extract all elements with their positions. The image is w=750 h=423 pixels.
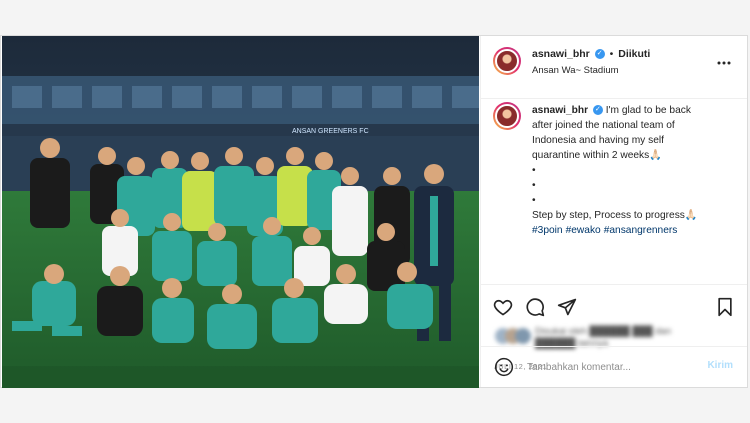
post-card: ANSAN GREENERS FC asnawi_bhr ✓ • Diikuti… [0, 35, 748, 388]
separator-dot: • [609, 48, 614, 60]
caption-bullet: • [532, 180, 536, 191]
caption-bullet: • [532, 165, 536, 176]
caption-username[interactable]: asnawi_bhr [532, 105, 588, 116]
like-heart-icon[interactable] [493, 297, 513, 317]
save-bookmark-icon[interactable] [715, 297, 735, 317]
hashtag-list: #3poin #ewako #ansangrenners [532, 223, 742, 238]
share-send-icon[interactable] [557, 297, 577, 317]
verified-badge-icon: ✓ [592, 105, 603, 116]
liker-avatar [515, 328, 531, 344]
hashtag-link[interactable]: #ansangrenners [604, 225, 678, 236]
hashtag-link[interactable]: #3poin [532, 225, 563, 236]
post-sidebar: asnawi_bhr ✓ • Diikuti Ansan Wa~ Stadium… [480, 36, 747, 387]
more-options-icon[interactable] [717, 52, 731, 68]
comment-bubble-icon[interactable] [525, 297, 545, 317]
caption-avatar[interactable] [493, 102, 521, 130]
caption-line-3: Indonesia and having my self [532, 135, 664, 146]
emoji-smiley-icon[interactable] [494, 357, 514, 382]
action-bar [481, 284, 747, 327]
caption-line-2: after joined the national team of [532, 120, 675, 131]
following-button[interactable]: Diikuti [618, 48, 650, 60]
comment-input[interactable] [525, 357, 699, 377]
hashtag-link[interactable]: #ewako [566, 225, 601, 236]
comment-bar: Kirim [481, 346, 747, 387]
post-author: asnawi_bhr ✓ • Diikuti [532, 48, 650, 60]
post-header: asnawi_bhr ✓ • Diikuti Ansan Wa~ Stadium [481, 36, 747, 99]
verified-badge-icon: ✓ [594, 49, 605, 60]
caption-line-5: Step by step, Process to progress🙏🏻 [532, 210, 698, 221]
team-photo-illustration: ANSAN GREENERS FC [2, 36, 479, 388]
caption-line-4: quarantine within 2 weeks🙏🏻 [532, 150, 662, 161]
location-link[interactable]: Ansan Wa~ Stadium [532, 65, 619, 76]
post-comment-button[interactable]: Kirim [707, 360, 733, 371]
caption-text: asnawi_bhr ✓ I'm glad to be back after j… [532, 103, 742, 238]
post-photo[interactable]: ANSAN GREENERS FC [2, 36, 479, 388]
avatar-image [495, 49, 519, 73]
stadium-banner: ANSAN GREENERS FC [292, 128, 369, 135]
caption-area: asnawi_bhr ✓ I'm glad to be back after j… [481, 98, 747, 284]
username-link[interactable]: asnawi_bhr [532, 48, 590, 60]
avatar-image [495, 104, 519, 128]
avatar[interactable] [493, 47, 521, 75]
caption-bullet: • [532, 195, 536, 206]
caption-line-1: I'm glad to be back [605, 105, 691, 116]
